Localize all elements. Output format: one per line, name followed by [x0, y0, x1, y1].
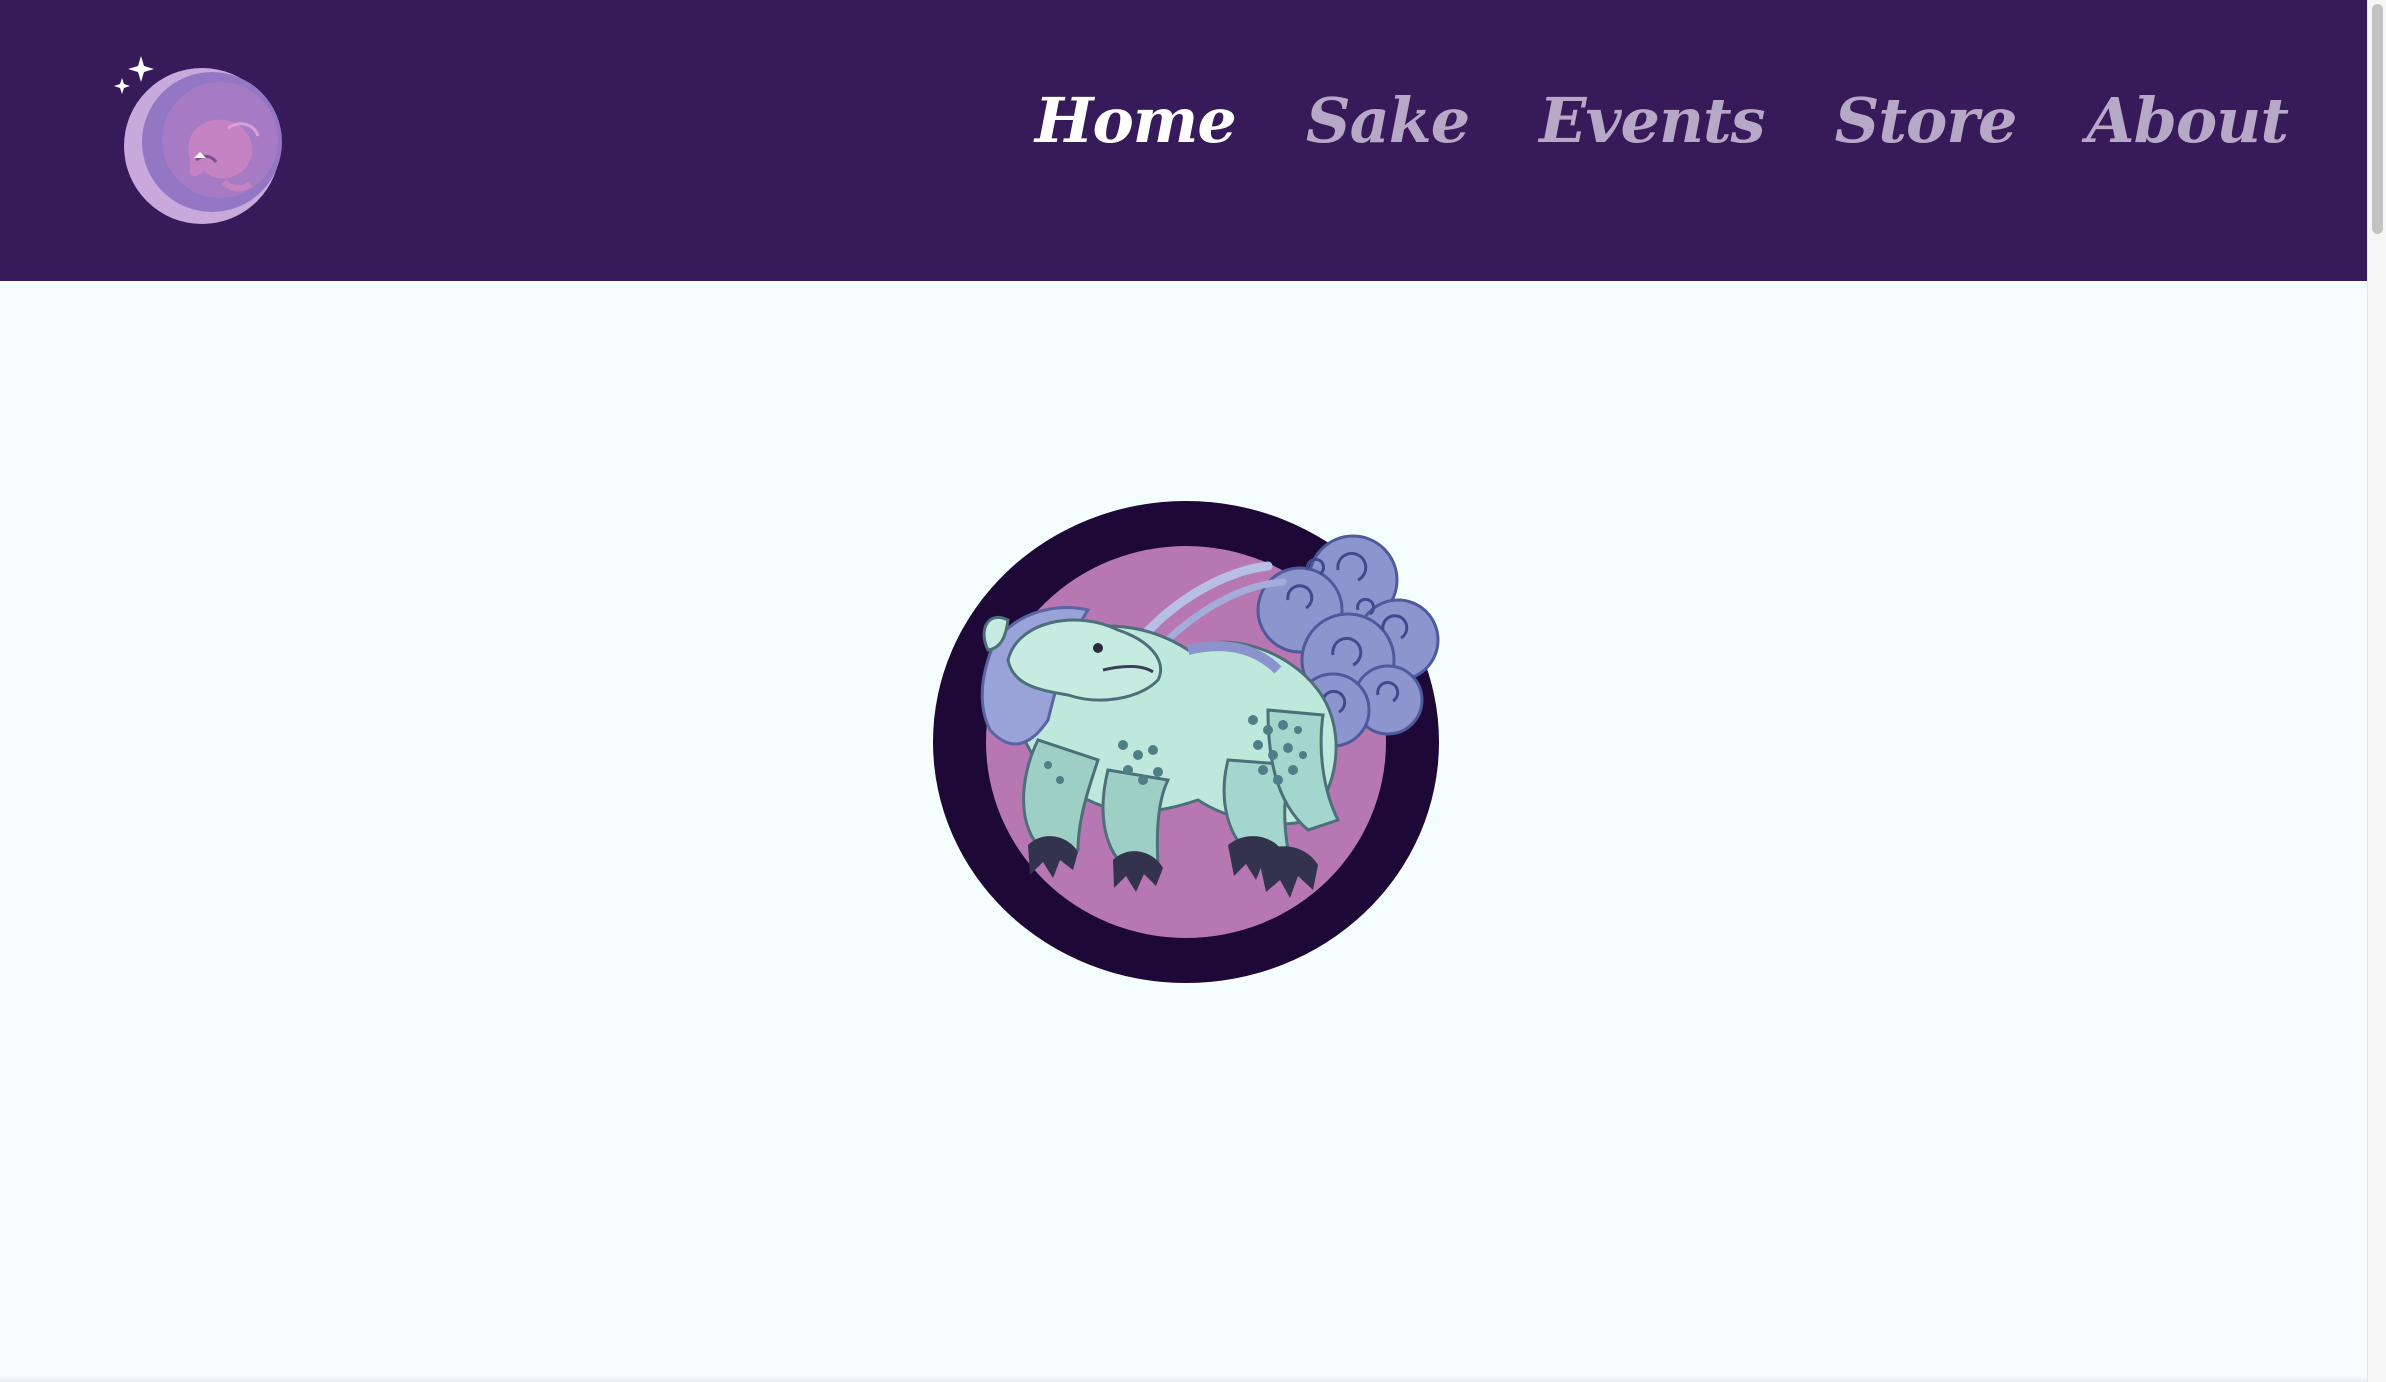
nav-item-sake[interactable]: Sake	[1306, 90, 1470, 152]
nav-item-about[interactable]: About	[2086, 90, 2289, 152]
sparkle-icon	[128, 56, 154, 82]
sparkle-icon	[114, 78, 130, 94]
nav-item-events[interactable]: Events	[1539, 90, 1765, 152]
scrollbar-thumb[interactable]	[2372, 4, 2383, 234]
main-nav: Home Sake Events Store About	[1035, 90, 2289, 152]
moon-creature-logo-icon[interactable]	[108, 50, 288, 230]
site-header: Home Sake Events Store About	[0, 0, 2368, 281]
page: Home Sake Events Store About	[0, 0, 2368, 1382]
page-bottom-edge	[0, 1376, 2368, 1382]
nav-item-store[interactable]: Store	[1835, 90, 2018, 152]
kirin-emblem-icon	[933, 501, 1440, 983]
nav-item-home[interactable]: Home	[1035, 90, 1237, 152]
vertical-scrollbar[interactable]	[2367, 0, 2386, 1382]
